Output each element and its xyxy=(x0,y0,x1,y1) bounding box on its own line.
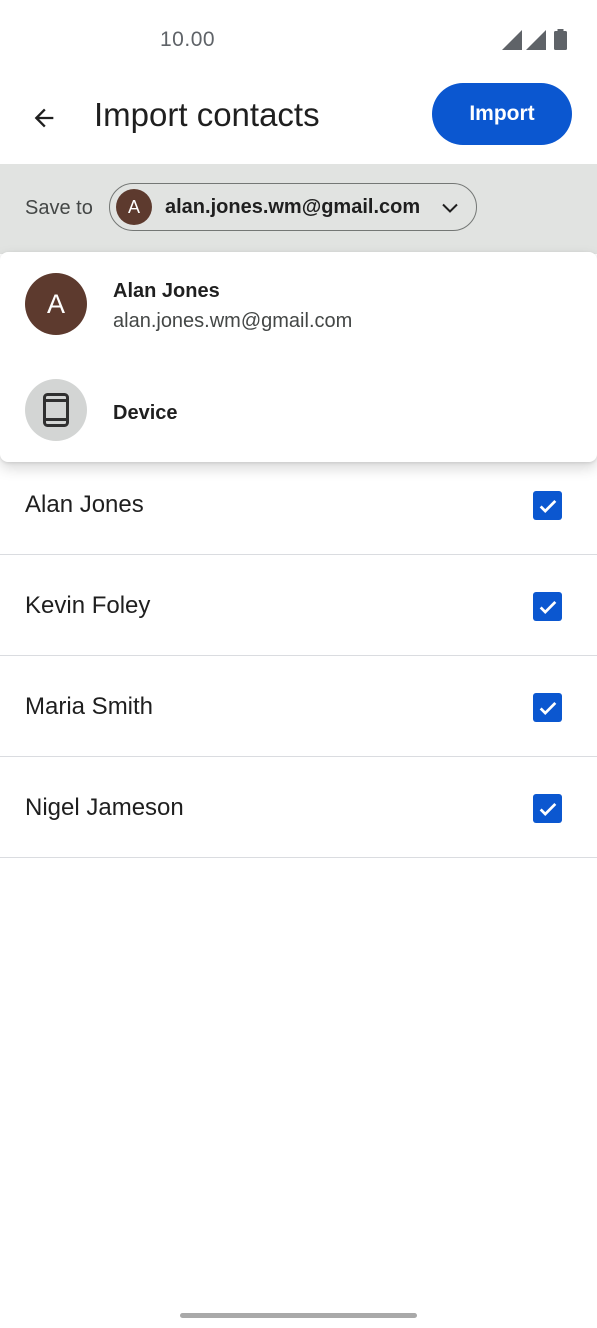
phone-icon xyxy=(43,393,69,427)
contact-name: Kevin Foley xyxy=(25,592,151,619)
save-to-bar: Save to A alan.jones.wm@gmail.com xyxy=(0,164,597,254)
contact-row[interactable]: Alan Jones xyxy=(0,454,597,555)
contact-name: Nigel Jameson xyxy=(25,794,184,821)
signal-icon xyxy=(502,30,522,50)
save-to-label: Save to xyxy=(25,197,93,219)
chevron-down-icon xyxy=(442,203,458,213)
arrow-left-icon xyxy=(34,108,54,128)
selected-account-email: alan.jones.wm@gmail.com xyxy=(165,195,421,218)
page-title: Import contacts xyxy=(94,96,320,133)
checkmark-icon xyxy=(539,600,556,614)
checkmark-icon xyxy=(539,802,556,816)
status-icons xyxy=(502,29,567,50)
back-button[interactable] xyxy=(20,94,68,142)
menu-item-email: alan.jones.wm@gmail.com xyxy=(113,310,353,332)
status-bar: 10.00 xyxy=(0,0,597,78)
contact-list: Alan Jones Kevin Foley Maria Smith Nigel… xyxy=(0,454,597,858)
battery-icon xyxy=(554,29,567,50)
menu-item-name: Alan Jones xyxy=(113,280,220,302)
app-bar: Import contacts Import xyxy=(0,78,597,164)
gesture-bar[interactable] xyxy=(180,1313,417,1318)
signal-icon xyxy=(526,30,546,50)
contact-row[interactable]: Nigel Jameson xyxy=(0,757,597,858)
menu-item-name: Device xyxy=(113,402,178,424)
contact-checkbox[interactable] xyxy=(533,592,562,621)
status-time: 10.00 xyxy=(160,28,216,51)
account-selector[interactable]: A alan.jones.wm@gmail.com xyxy=(109,183,477,231)
menu-item-device[interactable]: Device xyxy=(0,356,597,462)
checkmark-icon xyxy=(539,701,556,715)
contact-checkbox[interactable] xyxy=(533,794,562,823)
contact-name: Alan Jones xyxy=(25,491,144,518)
contact-row[interactable]: Kevin Foley xyxy=(0,555,597,656)
contact-checkbox[interactable] xyxy=(533,491,562,520)
import-button[interactable]: Import xyxy=(432,83,572,145)
avatar: A xyxy=(25,273,87,335)
contact-checkbox[interactable] xyxy=(533,693,562,722)
checkmark-icon xyxy=(539,499,556,513)
avatar: A xyxy=(116,189,152,225)
menu-item-google-account[interactable]: A Alan Jones alan.jones.wm@gmail.com xyxy=(0,252,597,356)
contact-name: Maria Smith xyxy=(25,693,154,720)
account-dropdown-menu: A Alan Jones alan.jones.wm@gmail.com Dev… xyxy=(0,252,597,462)
device-avatar xyxy=(25,379,87,441)
contact-row[interactable]: Maria Smith xyxy=(0,656,597,757)
